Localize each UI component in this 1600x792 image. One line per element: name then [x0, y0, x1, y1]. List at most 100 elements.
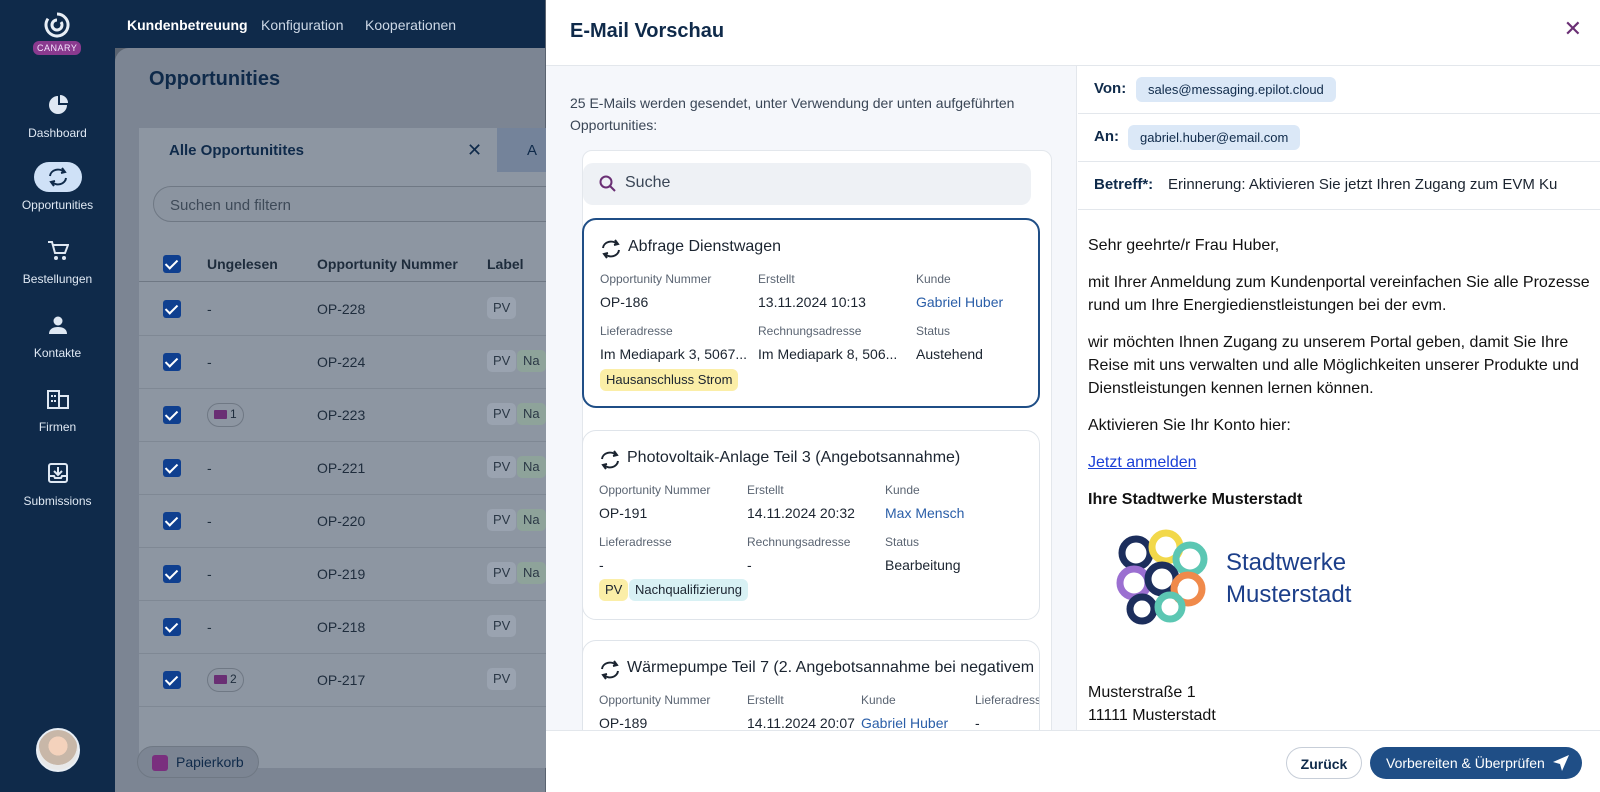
table-row[interactable]: - OP-220 PV Na	[139, 495, 559, 548]
trash-icon	[152, 755, 168, 771]
table-row[interactable]: - OP-224 PV Na	[139, 336, 559, 389]
unread-value: -	[207, 619, 212, 635]
mail-icon	[214, 410, 227, 419]
field-label: Kunde	[916, 272, 951, 286]
label-pill: PV	[487, 297, 517, 319]
tab-label: Alle Opportunitites	[169, 142, 304, 159]
label-pill: PV	[487, 509, 517, 531]
table-row[interactable]: - OP-218 PV	[139, 601, 559, 654]
created-date: 14.11.2024 20:32	[747, 505, 855, 521]
topnav-konfiguration[interactable]: Konfiguration	[261, 17, 344, 33]
opportunity-number: OP-191	[599, 505, 648, 521]
tag: Nachqualifizierung	[629, 579, 748, 601]
env-badge: CANARY	[33, 41, 82, 55]
field-label: Lieferadresse	[975, 693, 1039, 707]
email-paragraph: Aktivieren Sie Ihr Konto hier:	[1088, 417, 1291, 434]
sidebar-item-firmen[interactable]: Firmen	[0, 384, 115, 434]
label-pill: Na	[517, 562, 546, 584]
topnav-kooperationen[interactable]: Kooperationen	[365, 17, 456, 33]
view-tabs: Alle Opportunitites ✕ A	[139, 128, 577, 172]
prepare-review-button[interactable]: Vorbereiten & Überprüfen	[1370, 747, 1582, 779]
field-label: Opportunity Nummer	[599, 693, 711, 707]
created-date: 13.11.2024 10:13	[758, 294, 866, 310]
column-header-label[interactable]: Label	[487, 256, 524, 272]
send-icon	[1553, 755, 1569, 771]
field-label: Lieferadresse	[599, 535, 672, 549]
list-search-input[interactable]: Suche	[583, 163, 1031, 205]
opportunity-card[interactable]: Abfrage Dienstwagen Opportunity Nummer O…	[582, 218, 1040, 408]
sidebar-item-bestellungen[interactable]: Bestellungen	[0, 236, 115, 286]
close-icon[interactable]: ✕	[467, 140, 482, 161]
opportunity-card[interactable]: Photovoltaik-Anlage Teil 3 (Angebotsanna…	[582, 430, 1040, 620]
cart-icon	[34, 236, 82, 266]
table-row[interactable]: - OP-221 PV Na	[139, 442, 559, 495]
field-label: Rechnungsadresse	[747, 535, 851, 549]
inbox-icon	[34, 458, 82, 488]
delivery-address: -	[975, 715, 980, 730]
opportunity-list-pane: 25 E-Mails werden gesendet, unter Verwen…	[546, 66, 1077, 730]
table-row[interactable]: - OP-228 PV	[139, 283, 559, 336]
sidebar-item-label: Kontakte	[33, 346, 82, 360]
tab-alle-opportunities[interactable]: Alle Opportunitites ✕	[139, 128, 497, 172]
app-logo[interactable]: CANARY	[33, 12, 82, 56]
customer-link[interactable]: Gabriel Huber	[861, 715, 948, 730]
from-label: Von:	[1094, 80, 1127, 97]
avatar[interactable]	[36, 728, 80, 772]
table-row[interactable]: 2 OP-217 PV	[139, 654, 559, 707]
sidebar-item-kontakte[interactable]: Kontakte	[0, 310, 115, 360]
label-pill: PV	[487, 456, 517, 478]
label-pill: PV	[487, 403, 517, 425]
table-row[interactable]: 1 OP-223 PV Na	[139, 389, 559, 442]
row-checkbox[interactable]	[163, 353, 181, 371]
opportunity-card[interactable]: Wärmepumpe Teil 7 (2. Angebotsannahme be…	[582, 640, 1040, 730]
subject-input[interactable]: Erinnerung: Aktivieren Sie jetzt Ihren Z…	[1168, 176, 1557, 193]
table-row[interactable]: - OP-219 PV Na	[139, 548, 559, 601]
topnav-kundenbetreuung[interactable]: Kundenbetreuung	[127, 17, 248, 33]
from-chip[interactable]: sales@messaging.epilot.cloud	[1136, 77, 1336, 102]
to-chip[interactable]: gabriel.huber@email.com	[1128, 125, 1301, 150]
logo-text-line: Musterstadt	[1226, 581, 1352, 608]
column-header-ungelesen[interactable]: Ungelesen	[207, 256, 278, 272]
refresh-icon	[601, 660, 619, 680]
row-checkbox[interactable]	[163, 671, 181, 689]
close-icon[interactable]: ✕	[1564, 18, 1582, 40]
customer-link[interactable]: Gabriel Huber	[916, 294, 1003, 310]
sidebar-item-dashboard[interactable]: Dashboard	[0, 90, 115, 140]
row-checkbox[interactable]	[163, 618, 181, 636]
sidebar-item-submissions[interactable]: Submissions	[0, 458, 115, 508]
unread-value: -	[207, 566, 212, 582]
unread-count: 2	[230, 672, 237, 686]
row-checkbox[interactable]	[163, 300, 181, 318]
row-checkbox[interactable]	[163, 406, 181, 424]
recipient-info: 25 E-Mails werden gesendet, unter Verwen…	[570, 95, 1015, 133]
delivery-address: Im Mediapark 3, 5067...	[600, 346, 748, 362]
search-icon	[599, 175, 616, 192]
sidebar-item-label: Dashboard	[28, 126, 87, 140]
select-all-checkbox[interactable]	[163, 255, 181, 273]
email-address-street: Musterstraße 1	[1088, 684, 1196, 701]
opportunity-number: OP-228	[317, 301, 366, 317]
label-pill: Na	[517, 403, 546, 425]
back-button[interactable]: Zurück	[1286, 747, 1362, 779]
list-search-placeholder: Suche	[625, 174, 671, 191]
unread-value: -	[207, 301, 212, 317]
pie-chart-icon	[34, 90, 82, 120]
row-checkbox[interactable]	[163, 459, 181, 477]
row-checkbox[interactable]	[163, 565, 181, 583]
email-body: Sehr geehrte/r Frau Huber, mit Ihrer Anm…	[1088, 234, 1594, 727]
row-checkbox[interactable]	[163, 512, 181, 530]
login-link[interactable]: Jetzt anmelden	[1088, 454, 1197, 471]
papierkorb-button[interactable]: Papierkorb	[137, 746, 259, 778]
sidebar-item-label: Opportunities	[21, 198, 94, 212]
drawer-footer: Zurück Vorbereiten & Überprüfen	[546, 730, 1600, 792]
sidebar-item-opportunities[interactable]: Opportunities	[0, 162, 115, 212]
field-label: Erstellt	[747, 483, 784, 497]
drawer-title: E-Mail Vorschau	[570, 20, 725, 42]
customer-link[interactable]: Max Mensch	[885, 505, 964, 521]
label-pill: Na	[517, 509, 546, 531]
opportunity-number: OP-217	[317, 672, 366, 688]
column-header-nummer[interactable]: Opportunity Nummer	[317, 256, 458, 272]
unread-mail-badge[interactable]: 2	[207, 668, 244, 692]
unread-mail-badge[interactable]: 1	[207, 403, 244, 427]
search-input[interactable]: Suchen und filtern	[153, 186, 573, 222]
